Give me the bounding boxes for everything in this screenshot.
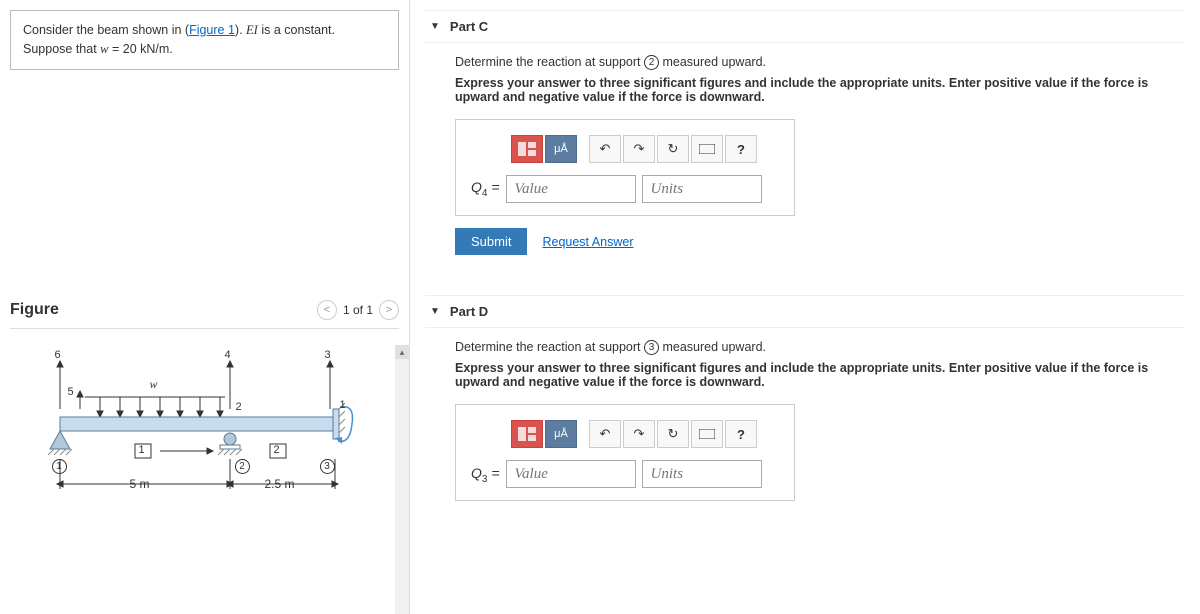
reset-button[interactable]: ↻	[657, 135, 689, 163]
figure-pager: 1 of 1	[343, 303, 373, 317]
dim-5m: 5 m	[130, 477, 150, 491]
q3-label: Q3 =	[471, 465, 500, 485]
ei-var: EI	[246, 23, 258, 37]
reset-button[interactable]: ↻	[657, 420, 689, 448]
q4-label: Q4 =	[471, 179, 500, 199]
redo-button[interactable]: ↷	[623, 135, 655, 163]
dim-2.5m: 2.5 m	[265, 477, 295, 491]
part-d-toolbar: μÅ ↶ ↷ ↻ ?	[511, 420, 779, 448]
part-c-toolbar: μÅ ↶ ↷ ↻ ?	[511, 135, 779, 163]
undo-button[interactable]: ↶	[589, 420, 621, 448]
figure-prev-button[interactable]: <	[317, 300, 337, 320]
label-4: 4	[225, 349, 231, 361]
figure-nav: < 1 of 1 >	[317, 300, 399, 320]
part-c-request-answer[interactable]: Request Answer	[542, 235, 633, 249]
part-d-input-row: Q3 =	[471, 460, 779, 488]
caret-down-icon: ▼	[430, 306, 440, 317]
label-5: 5	[68, 386, 74, 398]
redo-button[interactable]: ↷	[623, 420, 655, 448]
figure-header: Figure < 1 of 1 >	[10, 300, 399, 320]
ei-suffix: is a constant.	[258, 23, 335, 37]
label-1-small: 1	[340, 399, 346, 411]
w-value: = 20 kN/m.	[109, 42, 173, 56]
label-3: 3	[325, 349, 331, 361]
support-3-ref: 3	[644, 340, 659, 355]
part-c-body: Determine the reaction at support 2 meas…	[425, 55, 1185, 275]
suppose-text: Suppose that	[23, 42, 100, 56]
q4-value-input[interactable]	[506, 175, 636, 203]
part-d-header[interactable]: ▼ Part D	[425, 295, 1185, 328]
w-var: w	[100, 42, 108, 56]
label-2-small: 2	[236, 401, 242, 413]
support-1: 1	[52, 459, 67, 474]
part-c-answer-widget: μÅ ↶ ↷ ↻ ? Q4 =	[455, 119, 795, 216]
part-d-title: Part D	[450, 304, 488, 319]
support-2: 2	[235, 459, 250, 474]
support-2-ref: 2	[644, 55, 659, 70]
help-button[interactable]: ?	[725, 420, 757, 448]
scroll-up-icon[interactable]: ▴	[395, 345, 409, 359]
templates-button[interactable]	[511, 420, 543, 448]
figure-title: Figure	[10, 301, 59, 319]
part-c-title: Part C	[450, 19, 488, 34]
problem-text: Consider the beam shown in (	[23, 23, 189, 37]
label-6: 6	[55, 349, 61, 361]
part-c-submit-row: Submit Request Answer	[455, 228, 1155, 255]
part-d-requirements: Express your answer to three significant…	[455, 361, 1155, 389]
support-3: 3	[320, 459, 335, 474]
problem-statement: Consider the beam shown in (Figure 1). E…	[10, 10, 399, 70]
left-scrollbar[interactable]: ▴	[395, 345, 409, 614]
figure-link[interactable]: Figure 1	[189, 23, 235, 37]
problem-text2: ).	[235, 23, 243, 37]
part-c-instruction: Determine the reaction at support 2 meas…	[455, 55, 1155, 70]
label-w: w	[150, 377, 158, 392]
part-c-header[interactable]: ▼ Part C	[425, 10, 1185, 43]
keyboard-button[interactable]	[691, 135, 723, 163]
part-c-input-row: Q4 =	[471, 175, 779, 203]
part-c-requirements: Express your answer to three significant…	[455, 76, 1155, 104]
part-d-answer-widget: μÅ ↶ ↷ ↻ ? Q3 =	[455, 404, 795, 501]
figure-diagram: 6 5 w 4 3 2 1 1 2 1 2 3 5 m 2.5 m	[30, 359, 380, 539]
left-pane: Consider the beam shown in (Figure 1). E…	[0, 0, 410, 614]
divider	[10, 328, 399, 329]
part-c-submit-button[interactable]: Submit	[455, 228, 527, 255]
q3-value-input[interactable]	[506, 460, 636, 488]
templates-button[interactable]	[511, 135, 543, 163]
figure-next-button[interactable]: >	[379, 300, 399, 320]
keyboard-button[interactable]	[691, 420, 723, 448]
q3-units-input[interactable]	[642, 460, 762, 488]
part-d-instruction: Determine the reaction at support 3 meas…	[455, 340, 1155, 355]
units-button[interactable]: μÅ	[545, 420, 577, 448]
section-1: 1	[139, 444, 145, 456]
beam-svg	[30, 359, 380, 539]
section-2: 2	[274, 444, 280, 456]
caret-down-icon: ▼	[430, 21, 440, 32]
q4-units-input[interactable]	[642, 175, 762, 203]
help-button[interactable]: ?	[725, 135, 757, 163]
units-button[interactable]: μÅ	[545, 135, 577, 163]
right-pane: ▼ Part C Determine the reaction at suppo…	[410, 0, 1200, 614]
part-d-body: Determine the reaction at support 3 meas…	[425, 340, 1185, 533]
undo-button[interactable]: ↶	[589, 135, 621, 163]
